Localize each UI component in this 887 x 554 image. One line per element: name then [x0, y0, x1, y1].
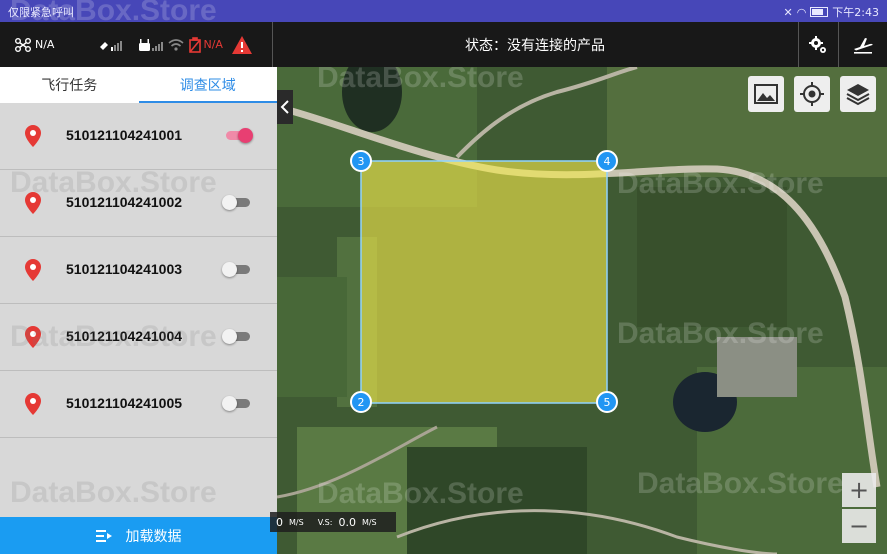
panel-tabs: 飞行任务 调查区域	[0, 67, 277, 103]
settings-button[interactable]	[798, 22, 837, 67]
watermark-text: DataBox.Store	[10, 0, 217, 27]
chevron-left-icon	[280, 100, 289, 114]
vertical-speed-value: 0.0	[338, 515, 356, 529]
wifi-icon: ◠	[796, 5, 807, 19]
battery-status: N/A	[188, 36, 223, 53]
collapse-panel-button[interactable]	[277, 90, 293, 124]
load-data-label: 加载数据	[125, 528, 182, 545]
watermark-text: DataBox.Store	[10, 166, 217, 199]
connection-status-text: 状态：没有连接的产品	[465, 37, 605, 54]
polygon-vertex[interactable]: 4	[596, 150, 618, 172]
remote-controller-icon	[139, 38, 164, 51]
top-toolbar: N/A N/A 状态：没有连接的产品	[0, 22, 887, 67]
horizontal-speed-unit: M/S	[289, 517, 304, 527]
tab-label: 调查区域	[179, 78, 236, 94]
watermark-text: DataBox.Store	[617, 317, 824, 350]
map-pin-icon	[25, 125, 41, 147]
gears-icon	[809, 35, 826, 53]
aircraft-status-panel: N/A N/A	[0, 22, 273, 67]
load-data-button[interactable]: 加载数据	[0, 517, 277, 554]
drone-icon	[15, 37, 31, 52]
satellite-icon	[100, 40, 123, 51]
load-data-icon	[95, 529, 112, 542]
aircraft-status-value: N/A	[35, 38, 55, 51]
map-pin-icon	[25, 259, 41, 281]
map-style-button[interactable]	[748, 76, 784, 112]
mute-icon: ✕	[783, 5, 793, 19]
survey-area-id: 510121104241001	[66, 127, 183, 143]
polygon-vertex[interactable]: 3	[350, 150, 372, 172]
locate-button[interactable]	[794, 76, 830, 112]
layers-icon	[846, 84, 870, 106]
wifi-signal-icon	[168, 38, 184, 51]
survey-area-row[interactable]: 510121104241003	[0, 237, 277, 304]
horizontal-speed-value: 0	[276, 515, 283, 529]
satellite-map[interactable]: DataBox.Store DataBox.Store DataBox.Stor…	[277, 67, 887, 554]
remote-signal	[138, 38, 164, 52]
gps-signal	[98, 38, 124, 52]
watermark-text: DataBox.Store	[637, 467, 844, 500]
battery-warning-icon	[189, 36, 202, 53]
layers-button[interactable]	[840, 76, 876, 112]
battery-status-value: N/A	[203, 38, 223, 51]
watermark-text: DataBox.Store	[10, 476, 217, 509]
survey-area-id: 510121104241003	[66, 261, 183, 277]
survey-area-toggle[interactable]	[222, 396, 252, 411]
image-icon	[754, 84, 778, 104]
zoom-out-button[interactable]: −	[842, 509, 876, 543]
map-pin-icon	[25, 393, 41, 415]
watermark-text: DataBox.Store	[10, 320, 217, 353]
system-status-icons: ✕ ◠ 下午2:43	[783, 4, 879, 20]
watermark-text: DataBox.Store	[317, 477, 524, 510]
watermark-text: DataBox.Store	[317, 67, 524, 94]
tab-label: 飞行任务	[41, 78, 98, 94]
survey-area-row[interactable]: 510121104241001	[0, 103, 277, 170]
takeoff-button[interactable]	[838, 22, 887, 67]
warning-icon[interactable]	[231, 35, 253, 55]
vertical-speed-label: V.S:	[317, 517, 333, 527]
zoom-in-button[interactable]: +	[842, 473, 876, 507]
wifi-signal	[168, 38, 184, 52]
tab-survey-areas[interactable]: 调查区域	[138, 67, 278, 103]
survey-area-toggle[interactable]	[222, 128, 253, 143]
warning-indicator[interactable]	[231, 35, 253, 55]
survey-area-row[interactable]: 510121104241005	[0, 371, 277, 438]
survey-area-toggle[interactable]	[222, 262, 252, 277]
survey-area-id: 510121104241005	[66, 395, 183, 411]
airplane-icon	[854, 37, 873, 54]
vertical-speed-unit: M/S	[361, 517, 377, 527]
clock-text: 下午2:43	[832, 6, 879, 19]
polygon-vertex[interactable]: 5	[596, 391, 618, 413]
aircraft-status: N/A	[14, 37, 55, 52]
crosshair-icon	[800, 82, 824, 106]
watermark-text: DataBox.Store	[617, 167, 824, 200]
polygon-vertex[interactable]: 2	[350, 391, 372, 413]
battery-icon	[810, 7, 829, 17]
telemetry-readout: 0 M/S V.S: 0.0 M/S	[270, 512, 396, 532]
survey-area-toggle[interactable]	[222, 329, 252, 344]
tab-flight-missions[interactable]: 飞行任务	[0, 67, 139, 103]
survey-area-toggle[interactable]	[222, 195, 252, 210]
